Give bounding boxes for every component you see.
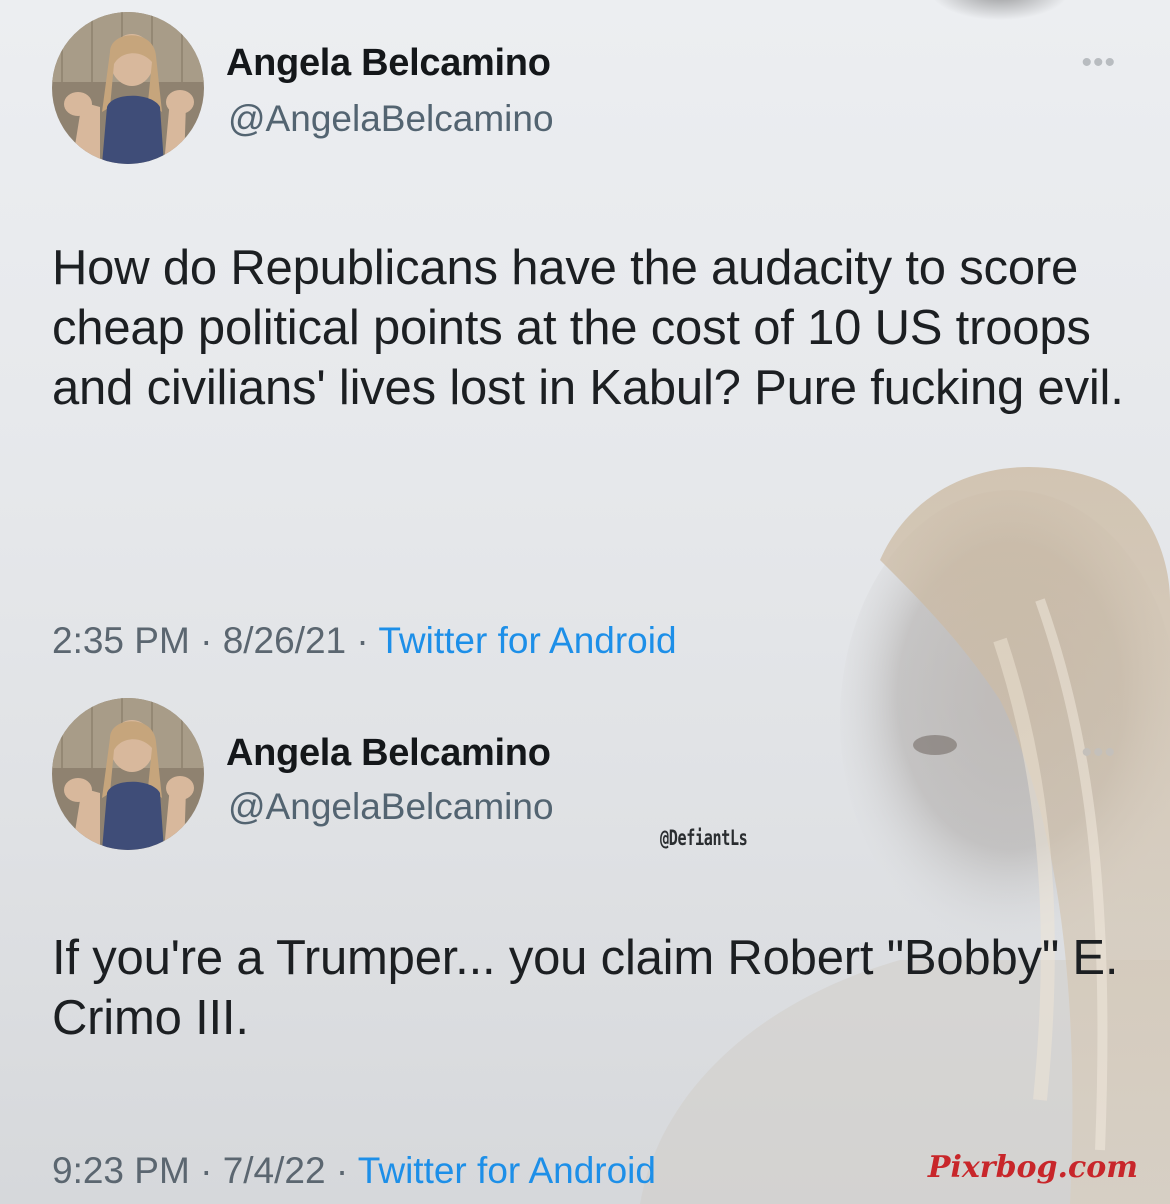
user-handle[interactable]: @AngelaBelcamino xyxy=(228,786,554,828)
tweet-time[interactable]: 9:23 PM xyxy=(52,1150,190,1191)
tweet-meta: 2:35 PM · 8/26/21 · Twitter for Android xyxy=(52,620,677,662)
display-name[interactable]: Angela Belcamino xyxy=(226,42,551,85)
separator: · xyxy=(200,620,213,661)
tweet-date[interactable]: 7/4/22 xyxy=(223,1150,326,1191)
avatar-image xyxy=(52,12,204,164)
tweet-meta: 9:23 PM · 7/4/22 · Twitter for Android xyxy=(52,1150,656,1192)
separator: · xyxy=(335,1150,349,1191)
avatar[interactable] xyxy=(52,12,204,164)
watermark-site: Pixrbog.com xyxy=(927,1150,1138,1185)
avatar-image xyxy=(52,698,204,850)
tweet-text: How do Republicans have the audacity to … xyxy=(52,241,1124,415)
more-options-icon[interactable]: ••• xyxy=(1081,48,1116,78)
user-handle[interactable]: @AngelaBelcamino xyxy=(228,98,554,140)
watermark-handle: @DefiantLs xyxy=(660,826,748,850)
tweet-source-link[interactable]: Twitter for Android xyxy=(358,1150,656,1191)
tweet-text: If you're a Trumper... you claim Robert … xyxy=(52,931,1119,1045)
more-options-icon[interactable]: ••• xyxy=(1081,738,1116,768)
tweet-source-link[interactable]: Twitter for Android xyxy=(378,620,676,661)
tweet-time[interactable]: 2:35 PM xyxy=(52,620,190,661)
tweet-date[interactable]: 8/26/21 xyxy=(223,620,346,661)
avatar[interactable] xyxy=(52,698,204,850)
separator: · xyxy=(356,620,369,661)
display-name[interactable]: Angela Belcamino xyxy=(226,732,551,775)
separator: · xyxy=(200,1150,213,1191)
